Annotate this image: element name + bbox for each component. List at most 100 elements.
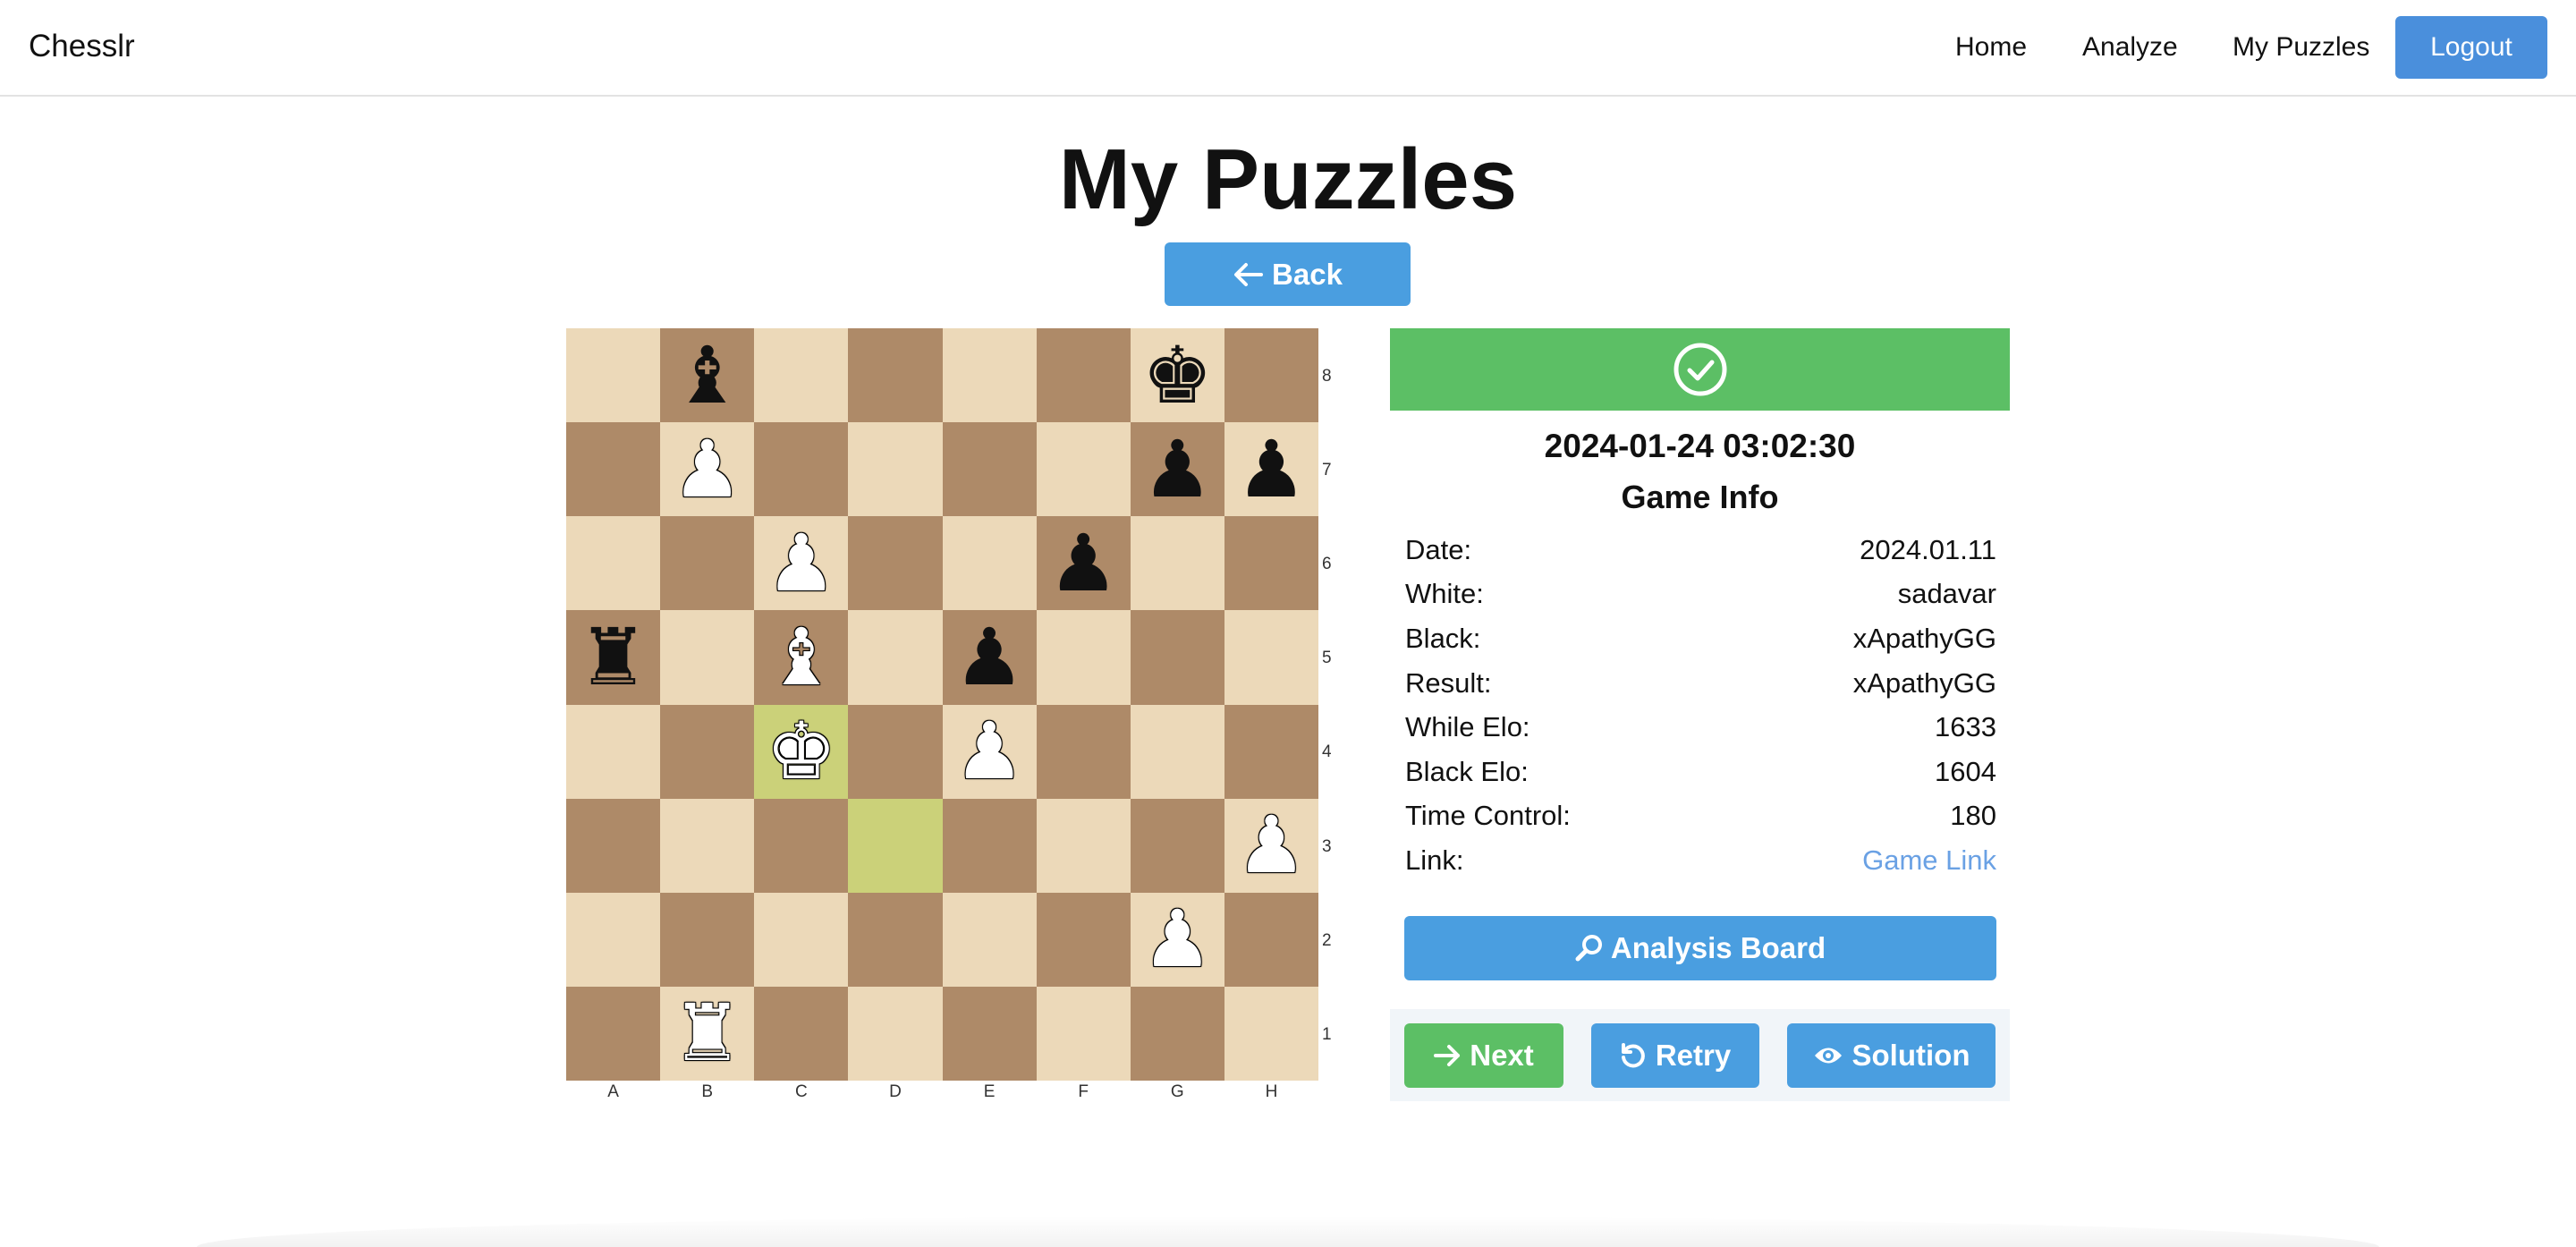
square-e5[interactable]: ♟ — [942, 610, 1037, 705]
square-b6[interactable] — [660, 516, 755, 611]
square-d1[interactable] — [848, 986, 943, 1081]
square-f4[interactable] — [1036, 704, 1131, 799]
square-a6[interactable] — [566, 516, 661, 611]
square-a3[interactable] — [566, 798, 661, 893]
black-pawn-piece[interactable]: ♟ — [1142, 429, 1213, 509]
check-circle-icon — [1674, 343, 1726, 396]
black-bishop-piece[interactable]: ♝ — [672, 335, 742, 415]
square-c5[interactable]: ♝ — [754, 610, 849, 705]
square-f3[interactable] — [1036, 798, 1131, 893]
square-f6[interactable]: ♟ — [1036, 516, 1131, 611]
square-g3[interactable] — [1130, 798, 1224, 893]
white-pawn-piece[interactable]: ♟ — [1142, 900, 1213, 979]
info-label: While Elo: — [1405, 711, 1530, 743]
square-a4[interactable] — [566, 704, 661, 799]
square-b4[interactable] — [660, 704, 755, 799]
info-row-white: White: sadavar — [1405, 573, 1996, 617]
square-g7[interactable]: ♟ — [1130, 422, 1224, 517]
analysis-board-button[interactable]: Analysis Board — [1404, 916, 1996, 980]
square-h3[interactable]: ♟ — [1224, 798, 1318, 893]
square-c2[interactable] — [754, 892, 849, 987]
square-b7[interactable]: ♟ — [660, 422, 755, 517]
square-e3[interactable] — [942, 798, 1037, 893]
solution-button[interactable]: Solution — [1787, 1023, 1996, 1088]
chess-board[interactable]: ♝ ♚ ♟ ♟ ♟ ♟ ♟ ♜ ♝ ♟ ♚ ♟ ♟ ♟ ♜ — [566, 328, 1318, 1081]
square-e2[interactable] — [942, 892, 1037, 987]
retry-button[interactable]: Retry — [1591, 1023, 1759, 1088]
square-b8[interactable]: ♝ — [660, 328, 755, 423]
square-b3[interactable] — [660, 798, 755, 893]
logout-button[interactable]: Logout — [2395, 16, 2547, 79]
square-e4[interactable]: ♟ — [942, 704, 1037, 799]
nav-analyze-link[interactable]: Analyze — [2082, 32, 2178, 63]
black-pawn-piece[interactable]: ♟ — [954, 617, 1025, 697]
square-d7[interactable] — [848, 422, 943, 517]
white-pawn-piece[interactable]: ♟ — [766, 523, 836, 603]
square-g2[interactable]: ♟ — [1130, 892, 1224, 987]
square-h8[interactable] — [1224, 328, 1318, 423]
square-d8[interactable] — [848, 328, 943, 423]
square-h1[interactable] — [1224, 986, 1318, 1081]
brand-logo[interactable]: Chesslr — [29, 29, 135, 64]
square-h4[interactable] — [1224, 704, 1318, 799]
square-f7[interactable] — [1036, 422, 1131, 517]
square-b1[interactable]: ♜ — [660, 986, 755, 1081]
square-g6[interactable] — [1130, 516, 1224, 611]
black-king-piece[interactable]: ♚ — [1142, 335, 1213, 415]
white-pawn-piece[interactable]: ♟ — [954, 712, 1025, 791]
info-label: Black Elo: — [1405, 755, 1529, 787]
black-pawn-piece[interactable]: ♟ — [1048, 523, 1119, 603]
square-c8[interactable] — [754, 328, 849, 423]
square-e1[interactable] — [942, 986, 1037, 1081]
square-c3[interactable] — [754, 798, 849, 893]
square-a5[interactable]: ♜ — [566, 610, 661, 705]
square-c6[interactable]: ♟ — [754, 516, 849, 611]
square-a1[interactable] — [566, 986, 661, 1081]
square-a2[interactable] — [566, 892, 661, 987]
square-d2[interactable] — [848, 892, 943, 987]
square-a7[interactable] — [566, 422, 661, 517]
back-button[interactable]: Back — [1165, 242, 1411, 306]
nav-home-link[interactable]: Home — [1955, 32, 2027, 63]
square-d4[interactable] — [848, 704, 943, 799]
square-d5[interactable] — [848, 610, 943, 705]
white-king-piece[interactable]: ♚ — [766, 712, 836, 791]
square-g8[interactable]: ♚ — [1130, 328, 1224, 423]
square-a8[interactable] — [566, 328, 661, 423]
black-rook-piece[interactable]: ♜ — [578, 617, 648, 697]
black-pawn-piece[interactable]: ♟ — [1236, 429, 1307, 509]
next-button[interactable]: Next — [1404, 1023, 1563, 1088]
square-e8[interactable] — [942, 328, 1037, 423]
square-b2[interactable] — [660, 892, 755, 987]
square-h5[interactable] — [1224, 610, 1318, 705]
square-g1[interactable] — [1130, 986, 1224, 1081]
square-c4[interactable]: ♚ — [754, 704, 849, 799]
square-e6[interactable] — [942, 516, 1037, 611]
rank-label: 3 — [1322, 836, 1332, 856]
square-f1[interactable] — [1036, 986, 1131, 1081]
square-d3[interactable] — [848, 798, 943, 893]
game-link[interactable]: Game Link — [1862, 844, 1996, 877]
square-f2[interactable] — [1036, 892, 1131, 987]
square-h2[interactable] — [1224, 892, 1318, 987]
square-g5[interactable] — [1130, 610, 1224, 705]
square-h6[interactable] — [1224, 516, 1318, 611]
info-row-black-elo: Black Elo: 1604 — [1405, 750, 1996, 794]
square-b5[interactable] — [660, 610, 755, 705]
white-rook-piece[interactable]: ♜ — [672, 994, 742, 1073]
white-bishop-piece[interactable]: ♝ — [766, 617, 836, 697]
white-pawn-piece[interactable]: ♟ — [672, 429, 742, 509]
square-f8[interactable] — [1036, 328, 1131, 423]
eye-icon — [1814, 1048, 1842, 1064]
square-c1[interactable] — [754, 986, 849, 1081]
rank-label: 7 — [1322, 461, 1332, 480]
nav-my-puzzles-link[interactable]: My Puzzles — [2233, 32, 2369, 63]
info-row-date: Date: 2024.01.11 — [1405, 528, 1996, 573]
white-pawn-piece[interactable]: ♟ — [1236, 806, 1307, 885]
square-f5[interactable] — [1036, 610, 1131, 705]
square-c7[interactable] — [754, 422, 849, 517]
square-g4[interactable] — [1130, 704, 1224, 799]
square-h7[interactable]: ♟ — [1224, 422, 1318, 517]
square-e7[interactable] — [942, 422, 1037, 517]
square-d6[interactable] — [848, 516, 943, 611]
